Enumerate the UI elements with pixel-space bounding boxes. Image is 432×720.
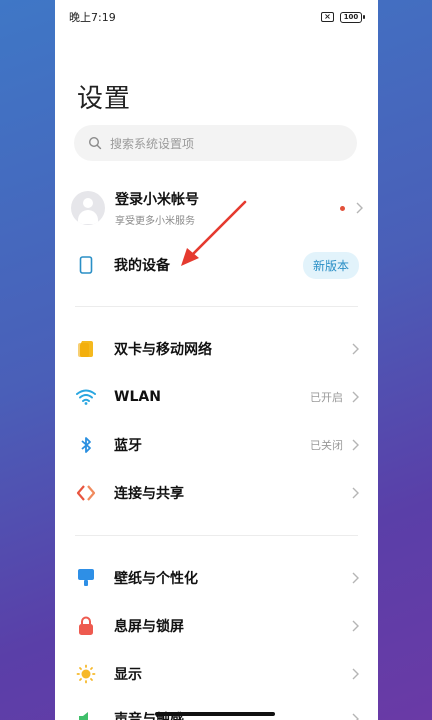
chevron-right-icon xyxy=(352,343,359,355)
display-label: 显示 xyxy=(114,667,142,683)
divider xyxy=(75,306,358,307)
display-item[interactable]: 显示 xyxy=(75,659,359,689)
wlan-item[interactable]: WLAN 已开启 xyxy=(75,382,359,412)
settings-screen: 晚上7:19 × 100 设置 搜索系统设置项 登录小米帐号 享受更多小米服务 xyxy=(55,0,378,720)
wlan-status: 已开启 xyxy=(310,391,343,404)
divider xyxy=(75,535,358,536)
connection-sharing-item[interactable]: 连接与共享 xyxy=(75,478,359,508)
wallpaper-item[interactable]: 壁纸与个性化 xyxy=(75,563,359,593)
chevron-right-icon xyxy=(352,713,359,720)
lockscreen-item[interactable]: 息屏与锁屏 xyxy=(75,611,359,641)
share-icon xyxy=(75,482,97,504)
bluetooth-label: 蓝牙 xyxy=(114,438,142,454)
chevron-right-icon xyxy=(352,391,359,403)
sim-card-icon xyxy=(75,338,97,360)
bluetooth-status: 已关闭 xyxy=(310,439,343,452)
wallpaper-icon xyxy=(75,567,97,589)
connection-sharing-label: 连接与共享 xyxy=(114,486,184,502)
bluetooth-item[interactable]: 蓝牙 已关闭 xyxy=(75,430,359,460)
chevron-right-icon xyxy=(352,439,359,451)
chevron-right-icon xyxy=(352,620,359,632)
wlan-label: WLAN xyxy=(114,389,161,405)
wallpaper-label: 壁纸与个性化 xyxy=(114,571,198,587)
lock-icon xyxy=(75,615,97,637)
sun-icon xyxy=(75,663,97,685)
chevron-right-icon xyxy=(352,487,359,499)
wifi-icon xyxy=(75,386,97,408)
annotation-arrow-icon xyxy=(181,200,247,266)
speaker-icon xyxy=(75,708,97,720)
home-indicator[interactable] xyxy=(155,712,275,716)
chevron-right-icon xyxy=(352,572,359,584)
sim-network-item[interactable]: 双卡与移动网络 xyxy=(75,334,359,364)
bluetooth-icon xyxy=(75,434,97,456)
chevron-right-icon xyxy=(352,668,359,680)
sim-network-label: 双卡与移动网络 xyxy=(114,342,212,358)
lockscreen-label: 息屏与锁屏 xyxy=(114,619,184,635)
